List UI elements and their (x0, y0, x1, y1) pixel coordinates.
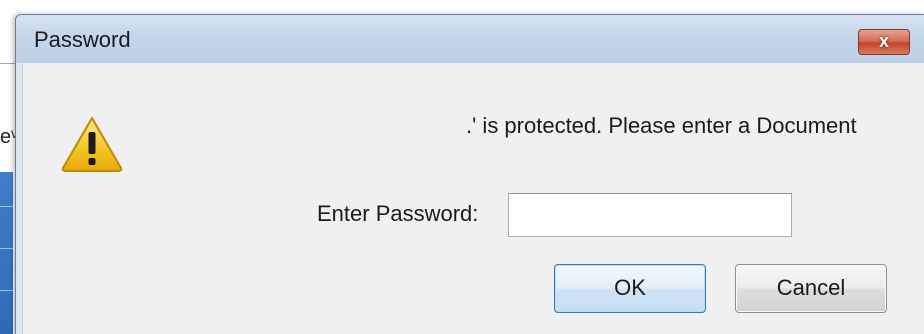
password-label: Enter Password: (317, 201, 479, 226)
dialog-titlebar[interactable]: Password x (16, 15, 924, 63)
background-selection-strip (0, 172, 13, 334)
background-strip-divider (0, 290, 13, 291)
password-dialog: Password x .' is protected. Please enter (15, 14, 924, 334)
screen: eᵛ Password x .' is protected. Please en… (0, 0, 924, 334)
password-input[interactable] (508, 193, 792, 237)
dialog-body: .' is protected. Please enter a Document… (22, 63, 924, 334)
background-strip-divider (0, 248, 13, 249)
ok-button[interactable]: OK (554, 264, 706, 313)
close-icon: x (878, 31, 889, 51)
cancel-button[interactable]: Cancel (735, 264, 887, 313)
background-strip-divider (0, 206, 13, 207)
warning-icon (61, 117, 123, 172)
dialog-title: Password (34, 27, 131, 52)
protected-message: .' is protected. Please enter a Document (466, 113, 857, 138)
close-button[interactable]: x (858, 29, 910, 55)
